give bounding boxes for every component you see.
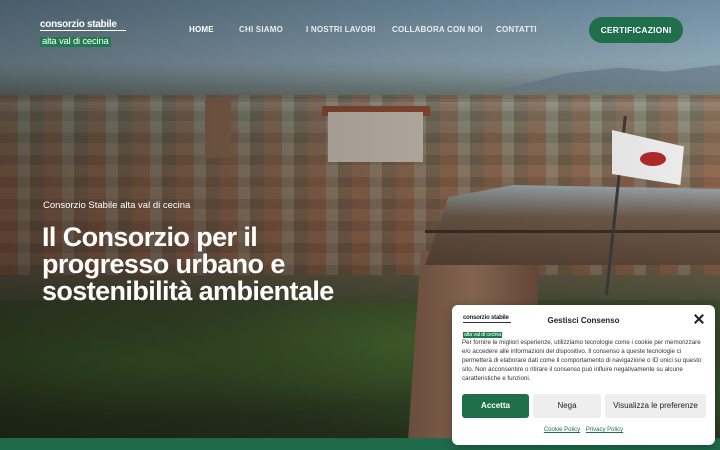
logo-line2: alta val di cecina xyxy=(40,36,111,47)
nav-collabora-con-noi[interactable]: COLLABORA CON NOI xyxy=(392,25,483,34)
headline-line: progresso urbano e xyxy=(42,249,285,279)
nav-chi-siamo[interactable]: CHI SIAMO xyxy=(239,25,283,34)
cookie-policy-link[interactable]: Cookie Policy xyxy=(544,427,580,433)
headline-line: sostenibilità ambientale xyxy=(42,276,334,306)
nav-home[interactable]: HOME xyxy=(189,25,214,34)
logo-line1: consorzio stabile xyxy=(40,19,126,31)
preferences-button[interactable]: Visualizza le preferenze xyxy=(605,394,706,418)
nav-i-nostri-lavori[interactable]: I NOSTRI LAVORI xyxy=(306,25,376,34)
hero-headline: Il Consorzio per il progresso urbano e s… xyxy=(42,224,422,305)
accept-button[interactable]: Accetta xyxy=(462,394,529,418)
certificazioni-button[interactable]: CERTIFICAZIONI xyxy=(589,17,683,43)
cookie-logo-line2: alta val di cecina xyxy=(463,331,503,338)
close-icon[interactable] xyxy=(693,313,705,325)
cookie-links: Cookie Policy Privacy Policy xyxy=(452,427,715,433)
headline-line: Il Consorzio per il xyxy=(42,222,258,252)
privacy-policy-link[interactable]: Privacy Policy xyxy=(586,427,623,433)
site-logo[interactable]: consorzio stabile alta val di cecina xyxy=(40,19,126,47)
cookie-title: Gestisci Consenso xyxy=(547,316,620,325)
cookie-consent-dialog: consorzio stabile alta val di cecina Ges… xyxy=(452,305,715,445)
cookie-body-text: Per fornire le migliori esperienze, util… xyxy=(462,339,702,382)
deny-button[interactable]: Nega xyxy=(533,394,601,418)
hero-kicker: Consorzio Stabile alta val di cecina xyxy=(43,200,191,211)
nav-contatti[interactable]: CONTATTI xyxy=(496,25,537,34)
